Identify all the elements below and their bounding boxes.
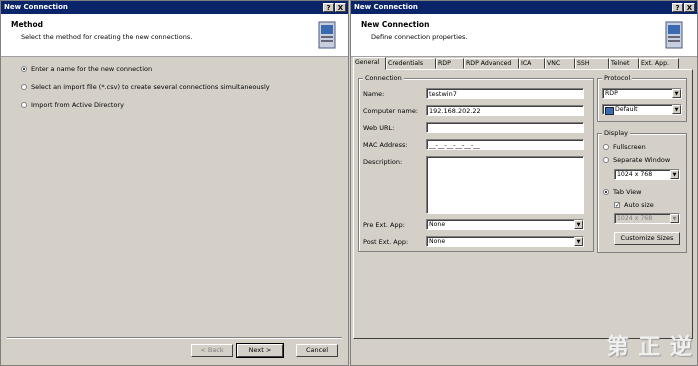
post-ext-app-select[interactable]: None ▼: [426, 236, 584, 247]
close-button[interactable]: X: [684, 3, 695, 12]
separate-window-label: Separate Window: [613, 156, 671, 164]
tab-vnc[interactable]: VNC: [545, 58, 575, 69]
tab-ext-app[interactable]: Ext. App.: [639, 58, 679, 69]
mac-address-label: MAC Address:: [363, 141, 408, 149]
tab-view-label: Tab View: [613, 188, 642, 196]
next-button[interactable]: Next >: [236, 343, 284, 358]
connection-group-label: Connection: [363, 74, 404, 82]
protocol-select[interactable]: RDP ▼: [602, 88, 682, 99]
help-button[interactable]: ?: [323, 3, 334, 12]
option-enter-name[interactable]: Enter a name for the new connection: [21, 65, 152, 73]
option-label: Select an import file (*.csv) to create …: [31, 83, 270, 91]
left-titlebar: New Connection ? X: [1, 1, 348, 14]
option-active-directory[interactable]: Import from Active Directory: [21, 101, 124, 109]
tab-rdp-advanced[interactable]: RDP Advanced: [464, 58, 519, 69]
left-dialog: New Connection ? X Method Select the met…: [0, 0, 349, 366]
general-panel: Connection Name: testwin7 Computer name:…: [353, 69, 693, 339]
tab-size-select[interactable]: 1024 x 768 ▼: [614, 213, 680, 224]
name-field[interactable]: testwin7: [426, 88, 584, 99]
page-subtitle: Define connection properties.: [371, 33, 468, 41]
close-button[interactable]: X: [335, 3, 346, 12]
back-button[interactable]: < Back: [191, 344, 233, 357]
dropdown-arrow-icon[interactable]: ▼: [670, 214, 679, 223]
connection-group: Connection Name: testwin7 Computer name:…: [358, 74, 594, 252]
auto-size-label: Auto size: [624, 201, 654, 209]
page-title: New Connection: [361, 20, 430, 29]
post-ext-app-value: None: [429, 238, 446, 245]
separate-size-select[interactable]: 1024 x 768 ▼: [614, 169, 680, 180]
tab-ica[interactable]: ICA: [519, 58, 545, 69]
description-label: Description:: [363, 158, 403, 166]
protocol-group-label: Protocol: [602, 74, 633, 82]
tab-credentials[interactable]: Credentials: [386, 58, 436, 69]
tab-rdp[interactable]: RDP: [436, 58, 464, 69]
separate-size-value: 1024 x 768: [617, 171, 653, 178]
fullscreen-label: Fullscreen: [613, 143, 646, 151]
fullscreen-option[interactable]: Fullscreen: [603, 143, 646, 151]
right-titlebar: New Connection ? X: [351, 1, 697, 14]
radio-separate-window[interactable]: [603, 157, 609, 163]
protocol-group: Protocol RDP ▼ Default ▼: [597, 74, 687, 122]
auto-size-checkbox[interactable]: ✓: [614, 202, 620, 209]
computer-name-label: Computer name:: [363, 107, 419, 115]
profile-value: Default: [615, 106, 638, 113]
pre-ext-app-select[interactable]: None ▼: [426, 219, 584, 230]
cancel-button[interactable]: Cancel: [296, 344, 338, 357]
profile-select[interactable]: Default ▼: [602, 104, 682, 115]
right-title: New Connection: [354, 3, 418, 11]
radio-active-directory[interactable]: [21, 102, 27, 108]
monitor-icon: [605, 107, 614, 115]
option-import-file[interactable]: Select an import file (*.csv) to create …: [21, 83, 270, 91]
footer-divider: [7, 337, 342, 339]
right-header: New Connection Define connection propert…: [351, 14, 697, 57]
tab-size-value: 1024 x 768: [617, 215, 653, 222]
left-header: Method Select the method for creating th…: [1, 14, 348, 57]
separate-window-option[interactable]: Separate Window: [603, 156, 670, 164]
auto-size-option[interactable]: ✓ Auto size: [614, 201, 654, 209]
tab-telnet[interactable]: Telnet: [609, 58, 639, 69]
display-group-label: Display: [602, 129, 630, 137]
tab-view-option[interactable]: Tab View: [603, 188, 642, 196]
server-icon: [665, 21, 683, 49]
dropdown-arrow-icon[interactable]: ▼: [670, 170, 679, 179]
mac-address-field[interactable]: __-__-__-__-__-__: [426, 139, 584, 150]
web-url-field[interactable]: [426, 122, 584, 133]
page-subtitle: Select the method for creating the new c…: [21, 33, 193, 41]
computer-name-field[interactable]: 192.168.202.22: [426, 105, 584, 116]
radio-fullscreen[interactable]: [603, 144, 609, 150]
description-field[interactable]: [426, 156, 584, 214]
display-group: Display Fullscreen Separate Window 1024 …: [597, 129, 687, 253]
dropdown-arrow-icon[interactable]: ▼: [672, 105, 681, 114]
tab-ssh[interactable]: SSH: [575, 58, 609, 69]
dropdown-arrow-icon[interactable]: ▼: [574, 220, 583, 229]
dropdown-arrow-icon[interactable]: ▼: [574, 237, 583, 246]
help-button[interactable]: ?: [672, 3, 683, 12]
left-title: New Connection: [4, 3, 68, 11]
option-label: Import from Active Directory: [31, 101, 124, 109]
web-url-label: Web URL:: [363, 124, 395, 132]
tab-general[interactable]: General: [353, 57, 386, 70]
dropdown-arrow-icon[interactable]: ▼: [672, 89, 681, 98]
post-ext-app-label: Post Ext. App:: [363, 238, 409, 246]
page-title: Method: [11, 20, 43, 29]
pre-ext-app-value: None: [429, 221, 446, 228]
server-icon: [318, 21, 336, 49]
watermark-text: 第 正 逆: [606, 335, 693, 360]
protocol-value: RDP: [605, 90, 618, 97]
pre-ext-app-label: Pre Ext. App:: [363, 221, 405, 229]
customize-sizes-button[interactable]: Customize Sizes: [614, 232, 680, 245]
radio-tab-view[interactable]: [603, 189, 609, 195]
radio-import-file[interactable]: [21, 84, 27, 90]
right-dialog: New Connection ? X New Connection Define…: [350, 0, 698, 366]
option-label: Enter a name for the new connection: [31, 65, 153, 73]
radio-enter-name[interactable]: [21, 66, 27, 72]
name-label: Name:: [363, 90, 385, 98]
